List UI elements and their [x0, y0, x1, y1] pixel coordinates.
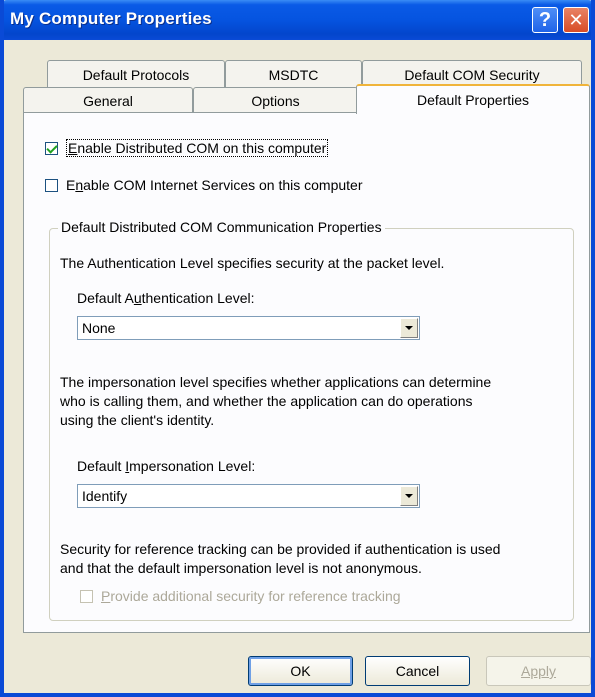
tab-panel: Enable Distributed COM on this computer … [23, 112, 590, 633]
help-button[interactable]: ? [532, 7, 558, 33]
access-key: P [101, 588, 111, 604]
tab-msdtc[interactable]: MSDTC [225, 60, 362, 88]
reference-tracking-checkbox-row[interactable]: Provide additional security for referenc… [80, 588, 401, 604]
label-part: nable Distributed COM on this computer [77, 140, 327, 156]
title-bar[interactable]: My Computer Properties ? ✕ [4, 0, 591, 40]
auth-description: The Authentication Level specifies secur… [60, 255, 445, 271]
tab-label: Default Protocols [82, 66, 190, 83]
help-icon: ? [538, 8, 552, 31]
impersonation-description-line-3: using the client's identity. [60, 412, 215, 428]
tab-default-properties[interactable]: Default Properties [356, 84, 590, 114]
tab-options[interactable]: Options [193, 87, 358, 113]
tab-default-protocols[interactable]: Default Protocols [47, 60, 225, 88]
auth-level-value: None [82, 320, 116, 336]
enable-dcom-checkbox-row[interactable]: Enable Distributed COM on this computer [45, 139, 329, 157]
window-title: My Computer Properties [10, 9, 212, 28]
access-key: u [133, 290, 142, 306]
apply-label: Apply [520, 663, 557, 679]
impersonation-level-select[interactable]: Identify [77, 484, 420, 508]
access-key: n [75, 177, 84, 193]
enable-dcom-checkbox[interactable] [45, 141, 58, 155]
apply-button[interactable]: Apply [486, 656, 591, 686]
reference-tracking-checkbox[interactable] [80, 589, 93, 603]
enable-cis-label: Enable COM Internet Services on this com… [66, 177, 362, 193]
tab-label: Options [251, 92, 300, 109]
label-part: thentication Level: [141, 290, 255, 306]
enable-dcom-label: Enable Distributed COM on this computer [66, 139, 329, 157]
close-icon: ✕ [568, 9, 584, 30]
impersonation-level-value: Identify [82, 488, 128, 504]
dropdown-arrow-icon[interactable] [400, 486, 418, 506]
tab-label: Default COM Security [404, 66, 540, 83]
reference-tracking-description-line-1: Security for reference tracking can be p… [60, 541, 501, 557]
properties-window: My Computer Properties ? ✕ Default Proto… [0, 0, 595, 697]
auth-level-label: Default Authentication Level: [77, 289, 254, 308]
dcom-properties-group: Default Distributed COM Communication Pr… [49, 219, 574, 621]
label-part: E [66, 177, 76, 193]
reference-tracking-label: Provide additional security for referenc… [101, 588, 401, 604]
close-button[interactable]: ✕ [563, 7, 589, 33]
auth-level-select[interactable]: None [77, 316, 420, 340]
group-title: Default Distributed COM Communication Pr… [58, 219, 385, 235]
dropdown-arrow-icon[interactable] [400, 318, 418, 338]
impersonation-description-line-1: The impersonation level specifies whethe… [60, 374, 492, 390]
enable-cis-checkbox-row[interactable]: Enable COM Internet Services on this com… [45, 177, 362, 193]
cancel-button[interactable]: Cancel [365, 656, 470, 686]
access-key: E [68, 140, 78, 156]
label-part: able COM Internet Services on this compu… [83, 177, 363, 193]
tab-general[interactable]: General [23, 87, 193, 113]
impersonation-level-label: Default Impersonation Level: [77, 457, 255, 476]
label-part: mpersonation Level: [129, 458, 256, 474]
enable-cis-checkbox[interactable] [45, 178, 58, 192]
ok-button[interactable]: OK [248, 656, 353, 686]
impersonation-description-line-2: who is calling them, and whether the app… [60, 393, 473, 409]
label-part: rovide additional security for reference… [110, 588, 401, 604]
reference-tracking-description-line-2: and that the default impersonation level… [60, 560, 422, 576]
tab-label: General [83, 92, 133, 109]
tab-label: MSDTC [268, 66, 319, 83]
tab-label: Default Properties [416, 92, 530, 108]
label-part: Default A [77, 290, 134, 306]
label-part: Default [77, 458, 126, 474]
